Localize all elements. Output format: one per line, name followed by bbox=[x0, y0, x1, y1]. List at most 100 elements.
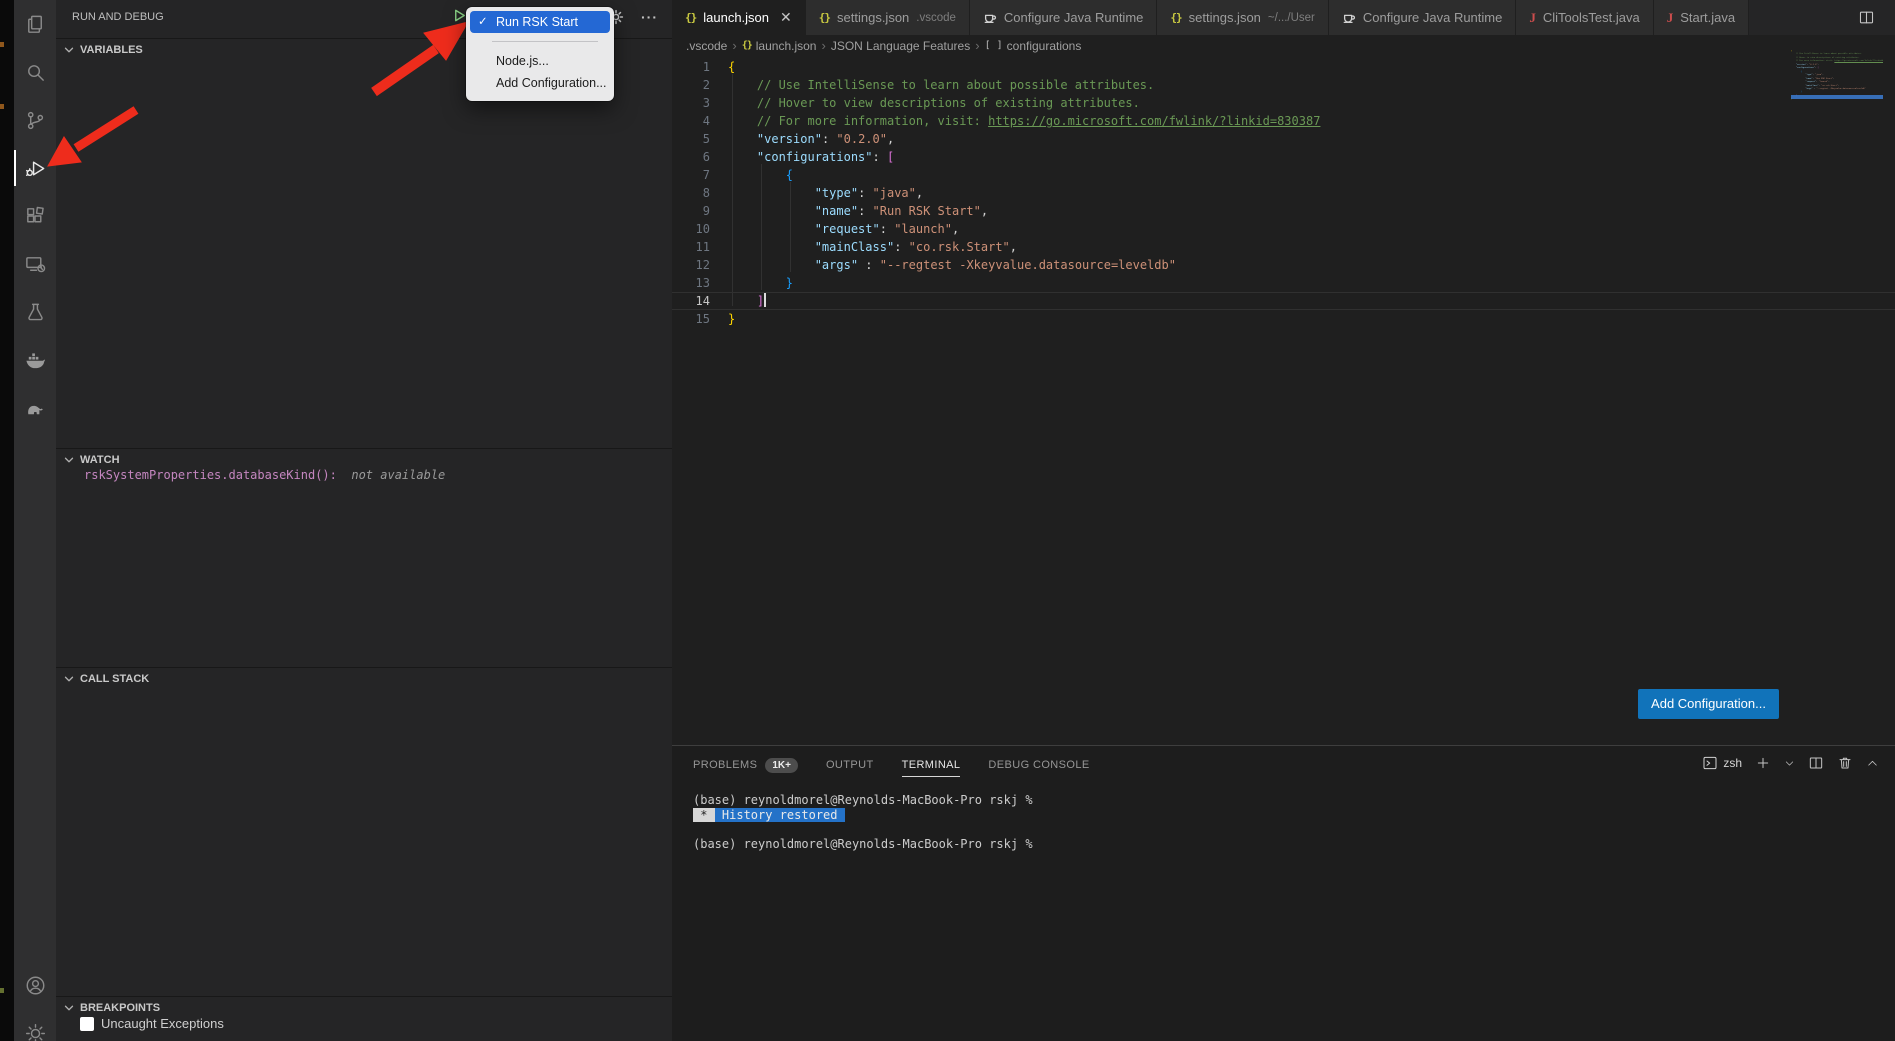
sidebar-item-extensions[interactable] bbox=[14, 192, 56, 240]
breakpoints-header[interactable]: BREAKPOINTS bbox=[56, 996, 672, 1018]
code-line-6[interactable]: 6 "configurations": [ bbox=[672, 148, 1895, 166]
tab-settings-json[interactable]: {}settings.json~/.../User bbox=[1157, 0, 1329, 35]
breadcrumb-label: configurations bbox=[1007, 39, 1082, 53]
tab-label: Configure Java Runtime bbox=[1004, 10, 1143, 25]
chevron-down-icon bbox=[62, 453, 76, 467]
tab-label: settings.json bbox=[1189, 10, 1261, 25]
chevron-down-icon[interactable] bbox=[1784, 758, 1795, 769]
watch-expression: rskSystemProperties.databaseKind(): bbox=[84, 468, 337, 482]
sidebar-item-source-control[interactable] bbox=[14, 96, 56, 144]
breadcrumb-label: JSON Language Features bbox=[831, 39, 970, 53]
code-editor[interactable]: 1{2 // Use IntelliSense to learn about p… bbox=[672, 56, 1895, 328]
add-configuration-button[interactable]: Add Configuration... bbox=[1638, 689, 1779, 719]
checkbox[interactable] bbox=[80, 1017, 94, 1031]
split-terminal-icon[interactable] bbox=[1808, 755, 1824, 771]
settings-gear-icon bbox=[24, 1022, 47, 1041]
sidebar-item-explorer[interactable] bbox=[14, 0, 56, 48]
watch-expression-row[interactable]: rskSystemProperties.databaseKind(): not … bbox=[84, 468, 445, 482]
code-line-14[interactable]: 14 ] bbox=[672, 292, 1895, 310]
tab-label: settings.json bbox=[837, 10, 909, 25]
terminal-icon bbox=[1702, 755, 1718, 771]
maximize-panel-icon[interactable] bbox=[1866, 757, 1879, 770]
more-actions-icon[interactable]: ··· bbox=[641, 10, 658, 24]
code-line-15[interactable]: 15} bbox=[672, 310, 1895, 328]
code-line-12[interactable]: 12 "args" : "--regtest -Xkeyvalue.dataso… bbox=[672, 256, 1895, 274]
code-line-2[interactable]: 2 // Use IntelliSense to learn about pos… bbox=[672, 76, 1895, 94]
sidebar-item-gradle[interactable] bbox=[14, 384, 56, 432]
tab-clitoolstest-java[interactable]: JCliToolsTest.java bbox=[1516, 0, 1653, 35]
panel-tab-problems[interactable]: PROBLEMS1K+ bbox=[693, 746, 798, 784]
code-line-13[interactable]: 13 } bbox=[672, 274, 1895, 292]
debug-config-dropdown: ✓ Run RSK Start Node.js... Add Configuratio… bbox=[466, 7, 614, 101]
tab-start-java[interactable]: JStart.java bbox=[1654, 0, 1749, 35]
tab-settings-json[interactable]: {}settings.json.vscode bbox=[806, 0, 970, 35]
panel-tab-label: DEBUG CONSOLE bbox=[988, 759, 1089, 771]
source-control-icon bbox=[24, 109, 47, 132]
code-line-5[interactable]: 5 "version": "0.2.0", bbox=[672, 130, 1895, 148]
breakpoints-section: BREAKPOINTS Uncaught Exceptions bbox=[56, 996, 672, 1018]
panel-tab-label: OUTPUT bbox=[826, 759, 874, 771]
breakpoint-uncaught-exceptions[interactable]: Uncaught Exceptions bbox=[80, 1016, 224, 1031]
split-editor-icon bbox=[1858, 9, 1875, 26]
breadcrumb-separator: › bbox=[732, 38, 736, 53]
sidebar-item-run-and-debug[interactable] bbox=[14, 144, 56, 192]
line-number: 4 bbox=[672, 112, 710, 130]
tab-launch-json[interactable]: {}launch.json✕ bbox=[672, 0, 806, 35]
code-line-10[interactable]: 10 "request": "launch", bbox=[672, 220, 1895, 238]
elephant-icon bbox=[24, 397, 47, 420]
panel-tab-debug-console[interactable]: DEBUG CONSOLE bbox=[988, 746, 1089, 784]
activity-bar-bottom bbox=[14, 961, 56, 1041]
editor-group: {}launch.json ✕ {}settings.json.vscode Conf… bbox=[672, 0, 1895, 745]
account-button[interactable] bbox=[14, 961, 56, 1009]
watch-value: not available bbox=[344, 468, 445, 482]
tab-label: launch.json bbox=[703, 10, 769, 25]
code-line-8[interactable]: 8 "type": "java", bbox=[672, 184, 1895, 202]
search-icon bbox=[24, 61, 47, 84]
code-line-1[interactable]: 1{ bbox=[672, 58, 1895, 76]
manage-button[interactable] bbox=[14, 1009, 56, 1041]
breadcrumb-item-configurations[interactable]: [ ] configurations bbox=[985, 39, 1082, 53]
call-stack-header[interactable]: CALL STACK bbox=[56, 667, 672, 689]
sidebar-item-testing[interactable] bbox=[14, 288, 56, 336]
shell-label: zsh bbox=[1723, 756, 1742, 770]
close-icon[interactable]: ✕ bbox=[780, 9, 792, 26]
code-line-11[interactable]: 11 "mainClass": "co.rsk.Start", bbox=[672, 238, 1895, 256]
tab-configure-java-runtime[interactable]: Configure Java Runtime bbox=[1329, 0, 1516, 35]
start-debugging-button[interactable] bbox=[452, 8, 467, 23]
sidebar-item-search[interactable] bbox=[14, 48, 56, 96]
extensions-icon bbox=[24, 205, 47, 228]
breadcrumb-item-vscode[interactable]: .vscode bbox=[686, 39, 727, 53]
sidebar-item-docker[interactable] bbox=[14, 336, 56, 384]
menu-item-label: Add Configuration... bbox=[496, 76, 607, 90]
menu-item-label: Run RSK Start bbox=[496, 15, 578, 29]
panel-tab-label: TERMINAL bbox=[902, 759, 961, 771]
terminal-shell-picker[interactable]: zsh bbox=[1702, 755, 1742, 771]
code-line-4[interactable]: 4 // For more information, visit: https:… bbox=[672, 112, 1895, 130]
panel-tab-terminal[interactable]: TERMINAL bbox=[902, 746, 961, 784]
breadcrumb-item-json-language-features[interactable]: JSON Language Features bbox=[831, 39, 970, 53]
debug-icon bbox=[24, 157, 47, 180]
line-number: 13 bbox=[672, 274, 710, 292]
chevron-down-icon bbox=[62, 43, 76, 57]
minimap-current-line bbox=[1791, 95, 1883, 99]
check-icon: ✓ bbox=[478, 11, 488, 33]
kill-terminal-icon[interactable] bbox=[1837, 755, 1853, 771]
code-line-7[interactable]: 7 { bbox=[672, 166, 1895, 184]
tab-configure-java-runtime[interactable]: Configure Java Runtime bbox=[970, 0, 1157, 35]
code-line-9[interactable]: 9 "name": "Run RSK Start", bbox=[672, 202, 1895, 220]
menu-item-node-js[interactable]: Node.js... bbox=[470, 50, 610, 72]
array-icon: [ ] bbox=[985, 40, 1003, 51]
line-number: 9 bbox=[672, 202, 710, 220]
vscode-window: RUN AND DEBUG ··· VARIABLES WATCH rskSys… bbox=[0, 0, 1895, 1041]
code-line-3[interactable]: 3 // Hover to view descriptions of exist… bbox=[672, 94, 1895, 112]
line-number: 5 bbox=[672, 130, 710, 148]
menu-item-add-configuration[interactable]: Add Configuration... bbox=[470, 72, 610, 94]
menu-item-run-rsk-start[interactable]: ✓ Run RSK Start bbox=[470, 11, 610, 33]
new-terminal-icon[interactable] bbox=[1755, 755, 1771, 771]
watch-header[interactable]: WATCH bbox=[56, 448, 672, 470]
panel-tab-output[interactable]: OUTPUT bbox=[826, 746, 874, 784]
terminal-output[interactable]: (base) reynoldmorel@Reynolds-MacBook-Pro… bbox=[693, 793, 1033, 851]
breadcrumb-item-launch-json[interactable]: {}launch.json bbox=[742, 39, 817, 53]
sidebar-item-remote-explorer[interactable] bbox=[14, 240, 56, 288]
split-editor-button[interactable] bbox=[1858, 9, 1875, 26]
